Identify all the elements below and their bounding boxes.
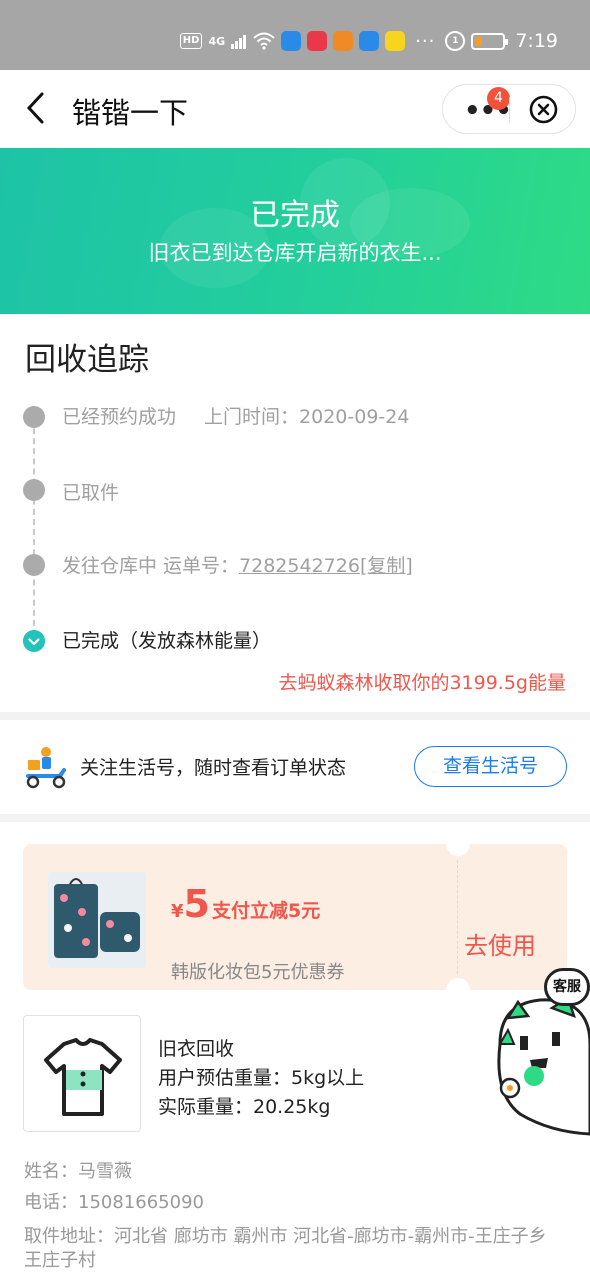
- timeline-dot: [23, 554, 45, 576]
- tracking-title: 回收追踪: [25, 342, 149, 378]
- timeline-line: [33, 418, 35, 636]
- network-indicator: 4G: [208, 34, 226, 48]
- coupon-value: ¥5 支付立减5元: [171, 882, 320, 926]
- contact-name: 姓名：马雪薇: [24, 1161, 132, 1182]
- actual-weight: 实际重量：20.25kg: [158, 1096, 331, 1118]
- close-icon[interactable]: [529, 95, 558, 124]
- back-icon[interactable]: [22, 90, 52, 126]
- contact-phone: 电话：15081665090: [24, 1192, 204, 1213]
- app-notification-icon: [307, 31, 328, 51]
- timeline-step: 已完成（发放森林能量）: [62, 626, 271, 653]
- view-life-account-button[interactable]: 查看生活号: [414, 746, 567, 787]
- coupon-name: 韩版化妆包5元优惠券: [171, 962, 345, 983]
- order-status: 已完成: [250, 198, 340, 233]
- step-label: 发往仓库中 运单号：: [62, 555, 240, 577]
- estimated-weight: 用户预估重量：5kg以上: [158, 1067, 365, 1089]
- coupon-notch: [446, 978, 470, 990]
- coupon-divider: [457, 860, 458, 974]
- follow-card: 关注生活号，随时查看订单状态 查看生活号: [0, 720, 590, 814]
- battery-icon: [471, 32, 509, 50]
- coupon-notch: [446, 844, 470, 856]
- follow-prompt: 关注生活号，随时查看订单状态: [80, 757, 347, 779]
- forest-energy-link[interactable]: 去蚂蚁森林收取你的3199.5g能量: [278, 668, 566, 695]
- use-coupon-button[interactable]: 去使用: [464, 926, 536, 961]
- clock: 7:19: [515, 30, 558, 52]
- notification-badge: 4: [487, 87, 510, 110]
- step-time: 上门时间：2020-09-24: [204, 406, 410, 428]
- waybill-number[interactable]: 7282542726: [239, 555, 360, 577]
- app-notification-icon: [281, 31, 302, 51]
- step-label: 已取件: [62, 482, 120, 504]
- step-label: 已经预约成功: [62, 406, 177, 428]
- status-bar: HD 4G ··· 1 7:19: [0, 0, 590, 70]
- customer-service-label: 客服: [544, 968, 590, 1006]
- page-title: 锴锴一下: [72, 96, 189, 130]
- app-notification-icon: [333, 31, 354, 51]
- app-notification-icon: [359, 31, 380, 51]
- app-notification-icon: [385, 31, 406, 51]
- nav-bar: 锴锴一下 ••• 4: [0, 70, 590, 148]
- wifi-icon: [253, 32, 275, 50]
- coupon-card[interactable]: ¥5 支付立减5元 韩版化妆包5元优惠券 去使用: [23, 844, 567, 990]
- product-name: 旧衣回收: [158, 1038, 235, 1060]
- hd-indicator: HD: [179, 33, 203, 49]
- more-button[interactable]: ••• 4: [451, 85, 512, 133]
- capsule-divider: [509, 97, 510, 123]
- mini-program-capsule: ••• 4: [442, 84, 576, 134]
- more-notifications: ···: [415, 30, 436, 52]
- timeline-step: 已取件: [62, 478, 119, 505]
- tshirt-icon: [44, 1038, 122, 1116]
- currency-symbol: ¥: [171, 901, 184, 922]
- delivery-rider-icon: [26, 747, 66, 789]
- tracking-card: 回收追踪 已经预约成功 上门时间：2020-09-24 已取件 发往仓库中 运单号…: [0, 314, 590, 712]
- coupon-desc: 支付立减5元: [211, 900, 321, 922]
- coupon-amount: 5: [183, 882, 210, 926]
- status-icons: HD 4G ··· 1 7:19: [179, 30, 558, 52]
- timeline-step: 发往仓库中 运单号：7282542726[复制]: [62, 551, 413, 578]
- timeline-dot: [23, 406, 45, 428]
- timeline-dot: [23, 479, 45, 501]
- cosmetic-bag-image: [48, 872, 146, 968]
- timeline-step: 已经预约成功 上门时间：2020-09-24: [62, 402, 409, 429]
- signal-icon: [231, 35, 247, 49]
- copy-waybill-link[interactable]: [复制]: [360, 555, 413, 577]
- pickup-address-cont: 王庄子村: [24, 1250, 96, 1271]
- product-image: [23, 1015, 141, 1132]
- data-saver-icon: 1: [445, 31, 466, 51]
- status-banner: 已完成 旧衣已到达仓库开启新的衣生...: [0, 148, 590, 314]
- customer-service-button[interactable]: 客服: [490, 964, 590, 1140]
- step-label: 已完成（发放森林能量）: [62, 630, 272, 652]
- order-status-desc: 旧衣已到达仓库开启新的衣生...: [148, 241, 442, 265]
- check-icon: [23, 630, 45, 652]
- pickup-address: 取件地址：河北省 廊坊市 霸州市 河北省-廊坊市-霸州市-王庄子乡: [24, 1226, 547, 1247]
